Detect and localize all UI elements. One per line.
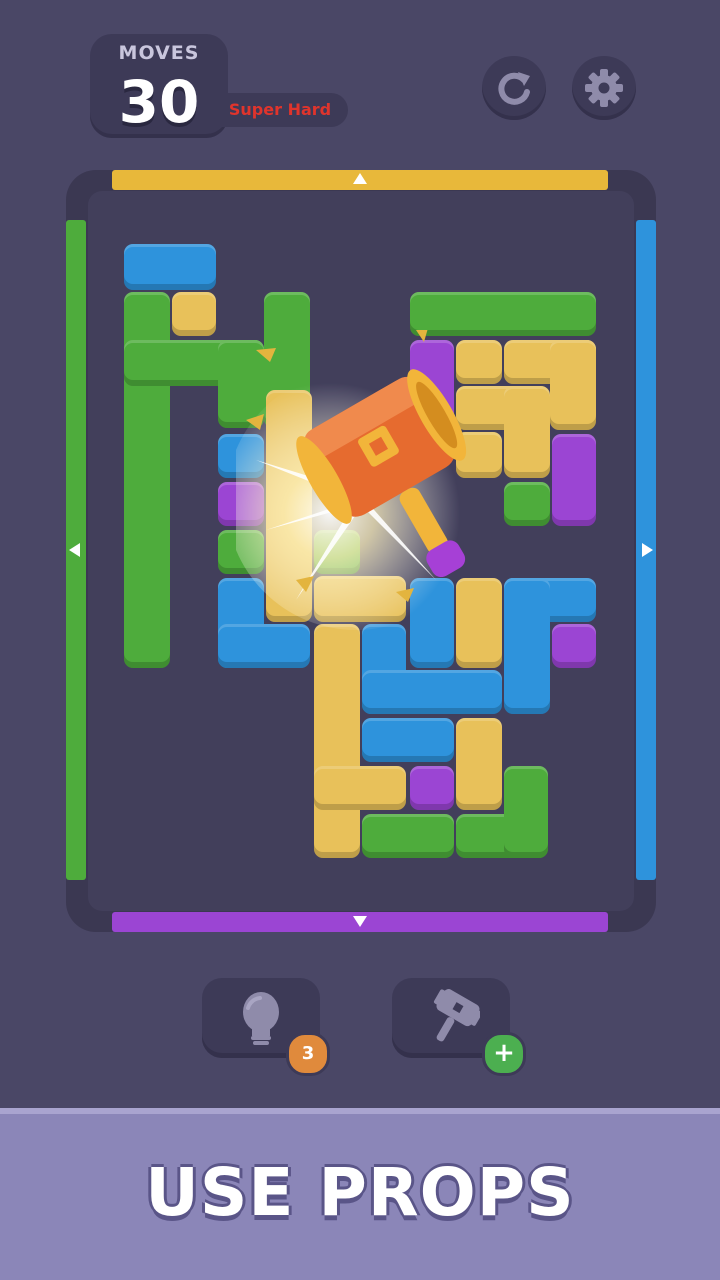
block-yellow[interactable] [314,624,360,858]
block-purple[interactable] [552,434,596,526]
moves-label: MOVES [118,42,200,64]
block-purple[interactable] [552,624,596,668]
block-blue[interactable] [362,718,454,762]
difficulty-badge: Super Hard [212,93,348,127]
restart-button[interactable] [482,56,546,120]
lightbulb-icon [243,992,279,1045]
promo-banner: USE PROPS [0,1108,720,1280]
block-yellow[interactable] [314,766,406,810]
block-yellow[interactable] [550,340,596,430]
exit-arrow-top-icon [353,173,367,184]
block-blue[interactable] [362,670,502,714]
block-green[interactable] [504,766,548,858]
hammer-icon [433,989,480,1042]
block-yellow[interactable] [456,718,502,810]
promo-caption: USE PROPS [145,1154,575,1231]
restart-icon [498,72,530,105]
hammer-prop-button[interactable]: + [392,978,526,1076]
settings-button[interactable] [572,56,636,120]
block-green[interactable] [362,814,454,858]
block-purple[interactable] [410,766,454,810]
block-blue[interactable] [124,244,216,290]
block-yellow[interactable] [172,292,216,336]
hint-count-badge: 3 [286,1032,330,1076]
exit-arrow-right-icon [642,543,653,557]
exit-arrow-bottom-icon [353,916,367,927]
hint-prop-button[interactable]: 3 [202,978,330,1076]
hammer-smash-effect [236,330,486,630]
gear-icon [585,69,623,107]
moves-value: 30 [118,68,200,136]
exit-arrow-left-icon [69,543,80,557]
moves-counter: MOVES 30 [90,34,228,138]
add-hammer-badge[interactable]: + [482,1032,526,1076]
block-blue[interactable] [218,624,310,668]
